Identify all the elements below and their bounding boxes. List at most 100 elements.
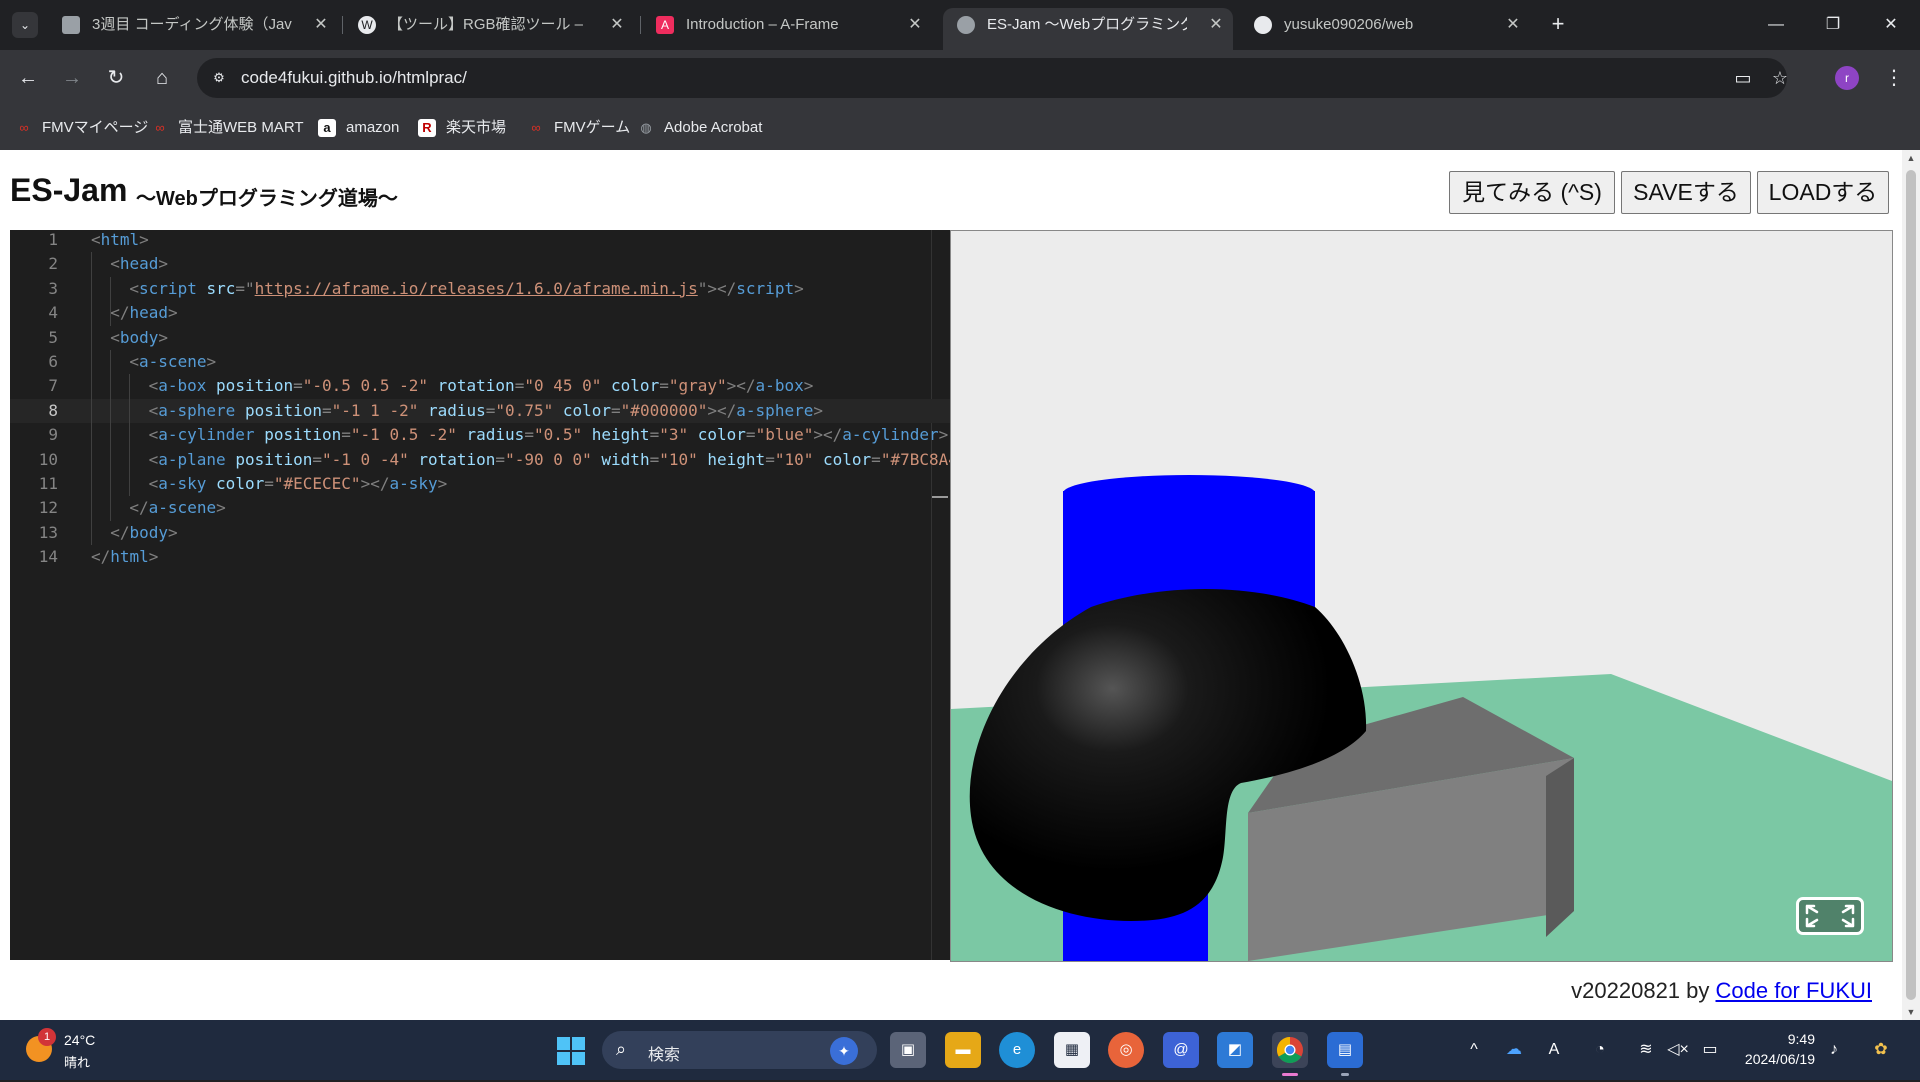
tab-search-button[interactable]: ⌄ bbox=[12, 12, 38, 38]
bookmark-fmv-mypage[interactable]: ∞ FMVマイページ bbox=[14, 116, 148, 140]
copilot-tray-icon[interactable]: ✿ bbox=[1866, 1038, 1896, 1062]
code-text[interactable]: <a-plane position="-1 0 -4" rotation="-9… bbox=[149, 448, 950, 472]
home-button[interactable]: ⌂ bbox=[148, 64, 176, 92]
code-text[interactable]: </head> bbox=[110, 301, 177, 325]
clipboard-icon[interactable]: ▭ bbox=[1731, 66, 1755, 90]
code-text[interactable]: <a-sphere position="-1 1 -2" radius="0.7… bbox=[149, 399, 823, 423]
close-window-button[interactable]: ✕ bbox=[1876, 10, 1906, 40]
bookmark-amazon[interactable]: a amazon bbox=[318, 116, 399, 140]
code-line[interactable]: 7 <a-box position="-0.5 0.5 -2" rotation=… bbox=[10, 374, 950, 398]
tab-es-jam[interactable]: ES-Jam 〜Webプログラミング道場〜 ✕ bbox=[943, 8, 1233, 50]
close-icon[interactable]: ✕ bbox=[312, 8, 330, 42]
code-line[interactable]: 3 <script src="https://aframe.io/releases… bbox=[10, 277, 950, 301]
preview-button[interactable]: 見てみる (^S) bbox=[1449, 171, 1615, 214]
wifi-icon[interactable]: ≋ bbox=[1634, 1038, 1658, 1062]
code-text[interactable]: </body> bbox=[110, 521, 177, 545]
code-text[interactable]: <a-box position="-0.5 0.5 -2" rotation="… bbox=[149, 374, 814, 398]
tab-rgb-tool[interactable]: W 【ツール】RGB確認ツール – NEMOT ✕ bbox=[344, 8, 634, 42]
scroll-down-icon[interactable]: ▼ bbox=[1902, 1004, 1920, 1020]
close-icon[interactable]: ✕ bbox=[1504, 8, 1522, 42]
code-line[interactable]: 9 <a-cylinder position="-1 0.5 -2" radius… bbox=[10, 423, 950, 447]
code-editor[interactable]: 1 <html> 2 <head> 3 <script src="https://afra… bbox=[10, 230, 950, 960]
tab-github[interactable]: yusuke090206/web ✕ bbox=[1240, 8, 1530, 42]
forward-button[interactable]: → bbox=[58, 64, 86, 92]
chevron-up-icon[interactable]: ^ bbox=[1462, 1038, 1486, 1062]
code-text[interactable]: <a-scene> bbox=[129, 350, 216, 374]
code-line[interactable]: 13 </body> bbox=[10, 521, 950, 545]
code-token: = bbox=[514, 376, 525, 396]
code-text[interactable]: </html> bbox=[91, 545, 158, 569]
url-text[interactable]: code4fukui.github.io/htmlprac/ bbox=[241, 58, 467, 98]
power-icon[interactable]: ◔ bbox=[1588, 1038, 1612, 1062]
weather-condition[interactable]: 晴れ bbox=[64, 1052, 90, 1071]
code-line[interactable]: 14 </html> bbox=[10, 545, 950, 569]
code-for-fukui-link[interactable]: Code for FUKUI bbox=[1716, 978, 1873, 1003]
bookmark-star-icon[interactable]: ☆ bbox=[1768, 66, 1792, 90]
code-text[interactable]: <html> bbox=[91, 230, 149, 252]
code-text[interactable]: <script src="https://aframe.io/releases/… bbox=[129, 277, 803, 301]
close-icon[interactable]: ✕ bbox=[906, 8, 924, 42]
tab-title: yusuke090206/web bbox=[1284, 16, 1414, 33]
mail-icon[interactable]: @ bbox=[1163, 1032, 1199, 1068]
code-text[interactable]: <a-sky color="#ECECEC"></a-sky> bbox=[149, 472, 448, 496]
code-line[interactable]: 12 </a-scene> bbox=[10, 496, 950, 520]
new-tab-button[interactable]: + bbox=[1545, 12, 1571, 38]
scroll-up-icon[interactable]: ▲ bbox=[1902, 150, 1920, 166]
chrome-icon[interactable] bbox=[1272, 1032, 1308, 1068]
task-view-icon[interactable]: ▣ bbox=[890, 1032, 926, 1068]
bookmark-rakuten[interactable]: R 楽天市場 bbox=[418, 116, 506, 140]
tab-coding[interactable]: 3週目 コーディング体験（JavaScrip ✕ bbox=[48, 8, 338, 42]
photo-app-icon[interactable]: ◩ bbox=[1217, 1032, 1253, 1068]
code-line[interactable]: 2 <head> bbox=[10, 252, 950, 276]
code-line[interactable]: 10 <a-plane position="-1 0 -4" rotation="… bbox=[10, 448, 950, 472]
code-text[interactable]: <head> bbox=[110, 252, 168, 276]
code-text[interactable]: <body> bbox=[110, 326, 168, 350]
scene-preview[interactable] bbox=[950, 230, 1893, 962]
page-scrollbar[interactable]: ▲ ▼ bbox=[1902, 150, 1920, 1020]
address-bar[interactable]: ⚙ code4fukui.github.io/htmlprac/ ▭ ☆ bbox=[197, 58, 1788, 98]
taskbar-search[interactable]: ⌕ 検索 ✦ bbox=[602, 1031, 877, 1069]
minimize-button[interactable]: — bbox=[1761, 10, 1791, 40]
menu-button[interactable]: ⋮ bbox=[1880, 64, 1908, 92]
code-text[interactable]: <a-cylinder position="-1 0.5 -2" radius=… bbox=[149, 423, 949, 447]
code-line[interactable]: 5 <body> bbox=[10, 326, 950, 350]
start-button[interactable] bbox=[557, 1037, 585, 1065]
code-line[interactable]: 8 <a-sphere position="-1 1 -2" radius="0.… bbox=[10, 398, 950, 423]
close-icon[interactable]: ✕ bbox=[608, 8, 626, 42]
profile-avatar[interactable]: r bbox=[1835, 66, 1859, 90]
close-icon[interactable]: ✕ bbox=[1207, 8, 1225, 42]
code-line[interactable]: 11 <a-sky color="#ECECEC"></a-sky> bbox=[10, 472, 950, 496]
clock-date[interactable]: 2024/06/19 bbox=[1725, 1051, 1815, 1067]
save-button[interactable]: SAVEする bbox=[1621, 171, 1751, 214]
clock-time[interactable]: 9:49 bbox=[1751, 1031, 1815, 1047]
restore-button[interactable]: ❐ bbox=[1818, 10, 1848, 40]
notepad-app-icon[interactable]: ▤ bbox=[1327, 1032, 1363, 1068]
code-line[interactable]: 4 </head> bbox=[10, 301, 950, 325]
reload-button[interactable]: ↻ bbox=[102, 64, 130, 92]
bookmark-adobe-acrobat[interactable]: ◍ Adobe Acrobat bbox=[636, 116, 762, 140]
copilot-icon[interactable]: ✦ bbox=[830, 1037, 858, 1065]
app-orange-icon[interactable]: ◎ bbox=[1108, 1032, 1144, 1068]
volume-muted-icon[interactable]: ◁× bbox=[1666, 1038, 1690, 1062]
battery-icon[interactable]: ▭ bbox=[1698, 1038, 1722, 1062]
fullscreen-vr-button[interactable] bbox=[1796, 897, 1864, 935]
scrollbar-thumb[interactable] bbox=[1906, 170, 1916, 1000]
edge-icon[interactable]: e bbox=[999, 1032, 1035, 1068]
onedrive-icon[interactable]: ☁ bbox=[1502, 1038, 1526, 1062]
load-button[interactable]: LOADする bbox=[1757, 171, 1889, 214]
tab-aframe[interactable]: A Introduction – A-Frame ✕ bbox=[642, 8, 932, 42]
scene-canvas[interactable] bbox=[951, 231, 1892, 961]
code-token: > bbox=[216, 498, 226, 518]
back-button[interactable]: ← bbox=[14, 64, 42, 92]
ime-mode-icon[interactable]: A bbox=[1542, 1038, 1566, 1062]
weather-temperature[interactable]: 24°C bbox=[64, 1032, 95, 1048]
store-icon[interactable]: ▦ bbox=[1054, 1032, 1090, 1068]
file-explorer-icon[interactable]: ▬ bbox=[945, 1032, 981, 1068]
bookmark-fujitsu-web-mart[interactable]: ∞ 富士通WEB MART bbox=[150, 116, 303, 140]
site-info-icon[interactable]: ⚙ bbox=[209, 68, 229, 88]
bookmark-fmv-game[interactable]: ∞ FMVゲーム bbox=[526, 116, 630, 140]
code-text[interactable]: </a-scene> bbox=[129, 496, 225, 520]
code-line[interactable]: 1 <html> bbox=[10, 230, 950, 252]
notification-bell-icon[interactable]: ♪ bbox=[1822, 1038, 1846, 1062]
code-line[interactable]: 6 <a-scene> bbox=[10, 350, 950, 374]
